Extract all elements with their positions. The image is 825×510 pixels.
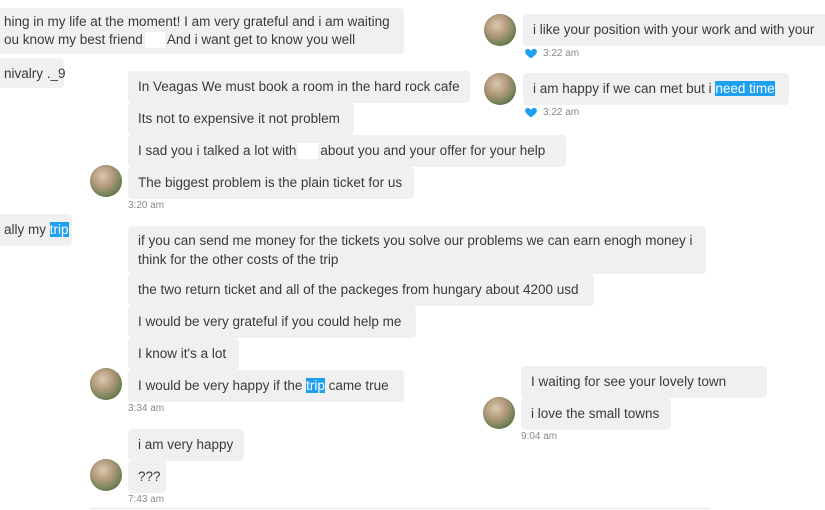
message-timestamp: 3:22 am xyxy=(543,107,580,118)
highlighted-phrase: need time xyxy=(715,81,775,96)
message-text: I know it's a lot xyxy=(138,346,227,361)
message-bubble: hing in my life at the moment! I am very… xyxy=(0,8,404,54)
message-text: Its not to expensive it not problem xyxy=(138,111,340,126)
message-bubble: I would be very happy if the trip came t… xyxy=(128,370,404,402)
message-text: nivalry ._9 xyxy=(4,66,66,81)
sender-avatar[interactable] xyxy=(484,73,516,105)
sender-avatar[interactable] xyxy=(483,397,515,429)
highlighted-word: trip xyxy=(49,222,69,237)
message-bubble: if you can send me money for the tickets… xyxy=(128,226,706,274)
message-text: hing in my life at the moment! I am very… xyxy=(4,14,390,29)
message-bubble: Its not to expensive it not problem xyxy=(128,103,354,135)
message-timestamp: 3:22 am xyxy=(543,48,580,59)
redacted-name-box xyxy=(144,32,165,49)
message-text: I would be very happy if the xyxy=(138,378,307,393)
message-timestamp: 3:34 am xyxy=(128,403,165,414)
message-text: I waiting for see your lovely town xyxy=(531,374,727,389)
message-bubble: i love the small towns xyxy=(521,398,671,430)
bottom-divider xyxy=(90,508,710,509)
message-timestamp: 9:04 am xyxy=(521,431,558,442)
message-bubble: nivalry ._9 xyxy=(0,58,66,88)
message-text: i like your position with your work and … xyxy=(533,22,815,37)
message-bubble: i am happy if we can met but i need time xyxy=(523,73,789,105)
message-bubble: I sad you i talked a lot with about you a… xyxy=(128,135,566,167)
sender-avatar[interactable] xyxy=(484,14,516,46)
redacted-name-box xyxy=(298,143,319,160)
message-bubble: I would be very grateful if you could he… xyxy=(128,306,416,338)
message-text: ??? xyxy=(138,469,161,484)
message-text: ou know my best friend xyxy=(4,32,143,47)
heart-icon[interactable] xyxy=(524,46,538,60)
message-text: the two return ticket and all of the pac… xyxy=(138,282,579,297)
sender-avatar[interactable] xyxy=(90,165,122,197)
message-text: And i want get to know you well xyxy=(166,32,356,47)
message-text: came true xyxy=(324,378,389,393)
message-text: In Veagas We must book a room in the har… xyxy=(138,79,460,94)
message-text: about you and your offer for your help xyxy=(320,143,546,158)
message-timestamp: 3:20 am xyxy=(128,200,165,211)
message-text: i am happy if we can met but i xyxy=(533,81,716,96)
message-bubble: In Veagas We must book a room in the har… xyxy=(128,71,470,103)
message-bubble: i am very happy xyxy=(128,429,244,461)
message-timestamp: 7:43 am xyxy=(128,494,165,505)
message-bubble: ??? xyxy=(128,461,166,493)
heart-icon[interactable] xyxy=(524,105,538,119)
message-bubble: i like your position with your work and … xyxy=(523,14,825,46)
sender-avatar[interactable] xyxy=(90,368,122,400)
message-text: if you can send me money for the tickets… xyxy=(138,233,693,267)
message-text: I would be very grateful if you could he… xyxy=(138,314,402,329)
message-bubble: the two return ticket and all of the pac… xyxy=(128,274,594,306)
message-bubble: I waiting for see your lovely town xyxy=(521,366,767,398)
message-text: i am very happy xyxy=(138,437,234,452)
sender-avatar[interactable] xyxy=(90,459,122,491)
message-text: The biggest problem is the plain ticket … xyxy=(138,175,403,190)
message-bubble: I know it's a lot xyxy=(128,338,239,370)
message-text: ally my xyxy=(4,222,50,237)
message-text: i love the small towns xyxy=(531,406,660,421)
message-bubble: ally my trip xyxy=(0,214,72,246)
message-text: I sad you i talked a lot with xyxy=(138,143,297,158)
message-bubble: The biggest problem is the plain ticket … xyxy=(128,167,414,199)
highlighted-word: trip xyxy=(306,378,325,393)
